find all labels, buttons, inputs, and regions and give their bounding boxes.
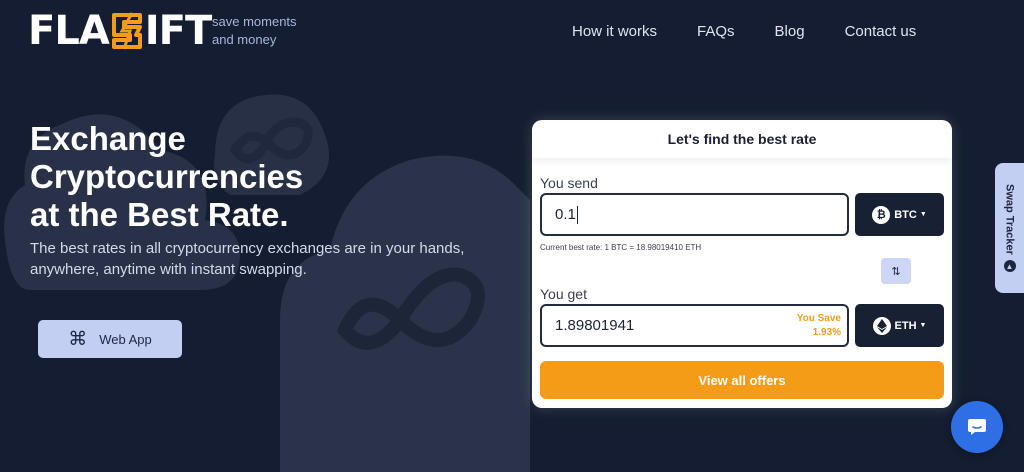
logo-text-left: FLA: [28, 8, 110, 54]
send-coin-select[interactable]: ₿ BTC ▼: [855, 193, 944, 236]
chat-button[interactable]: [951, 401, 1003, 453]
flashift-logo[interactable]: FLA IFT: [28, 8, 212, 54]
get-amount-field[interactable]: 1.89801941 You Save 1.93%: [540, 304, 849, 347]
web-app-button[interactable]: ⌘ Web App: [38, 320, 182, 358]
send-amount-input[interactable]: 0.1: [540, 193, 849, 236]
nav-contact-us[interactable]: Contact us: [845, 23, 917, 40]
top-nav: How it works FAQs Blog Contact us: [572, 23, 916, 40]
tagline-line-1: save moments: [212, 14, 297, 29]
logo-text-right: IFT: [144, 8, 212, 54]
get-coin-select[interactable]: ETH ▼: [855, 304, 944, 347]
bitcoin-icon: ₿: [872, 205, 891, 224]
text-caret: [576, 205, 578, 224]
send-label: You send: [540, 175, 598, 191]
hero-title-line-2: Cryptocurrencies: [30, 158, 304, 195]
swap-arrows-icon: ⇅: [891, 265, 901, 278]
chat-bubble-icon: [968, 419, 986, 435]
swap-tracker-label: Swap Tracker: [1003, 183, 1016, 255]
savings-badge: You Save 1.93%: [797, 312, 841, 340]
hero-title: Exchange Cryptocurrencies at the Best Ra…: [30, 120, 450, 234]
view-all-offers-button[interactable]: View all offers: [540, 361, 944, 399]
hero-subtitle: The best rates in all cryptocurrency exc…: [30, 240, 465, 278]
nav-blog[interactable]: Blog: [775, 23, 805, 40]
exchange-card: Let's find the best rate You send 0.1 ₿ …: [532, 120, 952, 408]
swap-tracker-tab[interactable]: Swap Tracker ▲: [995, 163, 1024, 293]
send-amount-value: 0.1: [555, 206, 576, 223]
get-label: You get: [540, 286, 587, 302]
chevron-down-icon: ▼: [919, 211, 927, 218]
chevron-down-icon: ▼: [919, 322, 927, 329]
savings-label: You Save: [796, 313, 841, 324]
hero-title-line-1: Exchange: [30, 120, 186, 157]
exchange-card-header: Let's find the best rate: [532, 120, 952, 158]
nav-faqs[interactable]: FAQs: [697, 23, 735, 40]
web-app-label: Web App: [99, 331, 152, 347]
tagline-line-2: and money: [212, 32, 277, 47]
logo-s-lightning-icon: [111, 12, 142, 50]
hero-title-line-3: at the Best Rate.: [30, 196, 289, 233]
get-amount-value: 1.89801941: [555, 317, 635, 334]
nav-how-it-works[interactable]: How it works: [572, 23, 657, 40]
brand-tagline: save moments and money: [212, 13, 297, 49]
command-icon: ⌘: [68, 328, 88, 350]
savings-value: 1.93%: [812, 327, 841, 338]
swap-direction-button[interactable]: ⇅: [881, 258, 911, 284]
arrow-up-circle-icon: ▲: [1003, 260, 1016, 273]
current-rate-text: Current best rate: 1 BTC = 18.98019410 E…: [540, 243, 702, 252]
get-coin-label: ETH: [894, 319, 917, 332]
ethereum-icon: [872, 316, 891, 335]
send-coin-label: BTC: [894, 208, 917, 221]
